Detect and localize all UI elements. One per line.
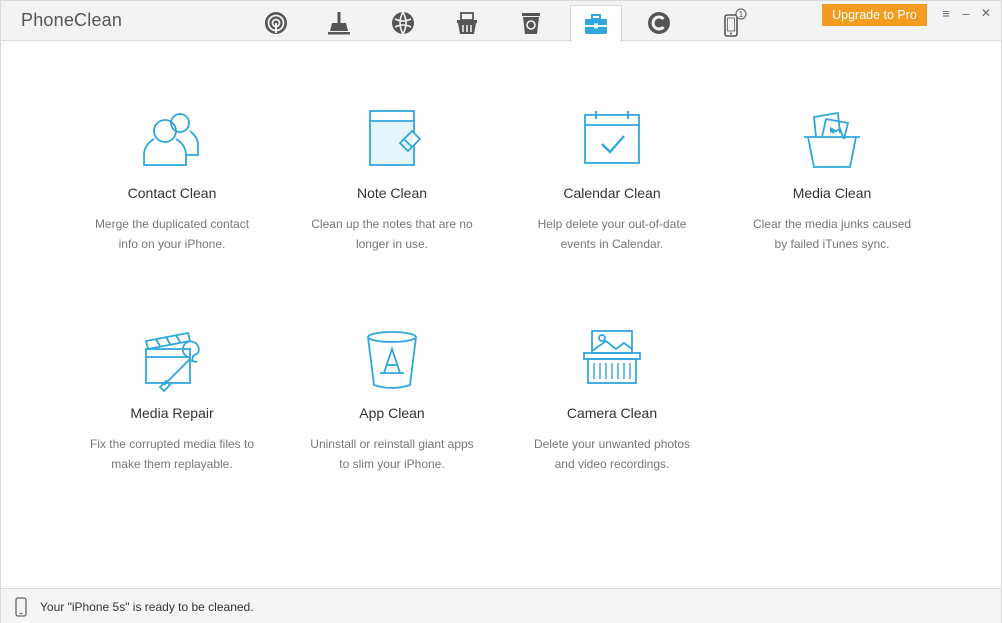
status-message: Your "iPhone 5s" is ready to be cleaned. — [40, 600, 254, 614]
quick-clean-icon — [265, 12, 287, 34]
junk-basket-icon — [457, 12, 477, 34]
tool-description: Clean up the notes that are no longer in… — [311, 217, 473, 251]
tool-description: Clear the media junks caused by failed i… — [752, 217, 912, 251]
app-store-bin-icon — [367, 331, 417, 389]
calendar-icon — [584, 111, 640, 164]
toolbox-icon — [585, 14, 607, 34]
app-window: PhoneClean 1 Upgrade to Pro ≡ – ✕ Contac… — [0, 0, 1002, 623]
camera-shredder-icon — [583, 330, 641, 384]
tool-media-repair[interactable]: Media Repair Fix the corrupted media fil… — [62, 329, 282, 474]
tool-description: Merge the duplicated contact info on you… — [94, 217, 250, 251]
broom-icon — [328, 12, 350, 35]
tool-name: Note Clean — [356, 185, 428, 201]
tab-junk-clean[interactable] — [441, 5, 493, 41]
title-bar: PhoneClean 1 Upgrade to Pro ≡ – ✕ — [1, 1, 1001, 42]
tab-internet-clean[interactable] — [377, 5, 429, 41]
upgrade-to-pro-button[interactable]: Upgrade to Pro — [822, 4, 927, 26]
tool-description: Delete your unwanted photos and video re… — [533, 437, 691, 471]
tool-description: Uninstall or reinstall giant apps to sli… — [310, 437, 474, 471]
tool-name: App Clean — [359, 405, 425, 421]
tool-description: Help delete your out-of-date events in C… — [537, 217, 687, 251]
media-repair-icon — [144, 331, 200, 393]
tool-name: Media Repair — [130, 405, 214, 421]
tool-description: Fix the corrupted media files to make th… — [89, 437, 255, 471]
device-icon: 1 — [724, 8, 747, 37]
tool-contact-clean[interactable]: Contact Clean Merge the duplicated conta… — [62, 109, 282, 254]
tool-media-clean[interactable]: Media Clean Clear the media junks caused… — [722, 109, 942, 254]
minimize-button[interactable]: – — [956, 5, 976, 21]
tab-system-clean[interactable] — [313, 5, 365, 41]
tool-name: Calendar Clean — [563, 185, 661, 201]
media-basket-icon — [804, 111, 860, 168]
privacy-icon — [648, 12, 670, 34]
tool-camera-clean[interactable]: Camera Clean Delete your unwanted photos… — [502, 329, 722, 474]
tool-app-clean[interactable]: App Clean Uninstall or reinstall giant a… — [282, 329, 502, 474]
tool-calendar-clean[interactable]: Calendar Clean Help delete your out-of-d… — [502, 109, 722, 254]
phone-icon — [15, 597, 27, 617]
internet-clean-icon — [392, 11, 414, 35]
tool-name: Media Clean — [792, 185, 872, 201]
tab-recycle[interactable] — [505, 5, 557, 41]
tool-note-clean[interactable]: Note Clean Clean up the notes that are n… — [282, 109, 502, 254]
toolbox-panel: Contact Clean Merge the duplicated conta… — [1, 42, 1001, 588]
close-button[interactable]: ✕ — [976, 5, 996, 21]
status-bar: Your "iPhone 5s" is ready to be cleaned. — [1, 588, 1001, 623]
tab-quick-clean[interactable] — [250, 5, 302, 41]
app-title: PhoneClean — [21, 10, 123, 30]
tab-toolbox[interactable] — [570, 5, 622, 42]
device-count-badge: 1 — [739, 10, 744, 19]
note-icon — [369, 110, 422, 166]
contact-icon — [143, 113, 199, 166]
tab-device[interactable]: 1 — [707, 5, 759, 41]
tool-name: Contact Clean — [127, 185, 217, 201]
recycle-bin-icon — [522, 13, 540, 34]
menu-button[interactable]: ≡ — [936, 5, 956, 21]
tab-privacy[interactable] — [633, 5, 685, 41]
tool-name: Camera Clean — [566, 405, 658, 421]
